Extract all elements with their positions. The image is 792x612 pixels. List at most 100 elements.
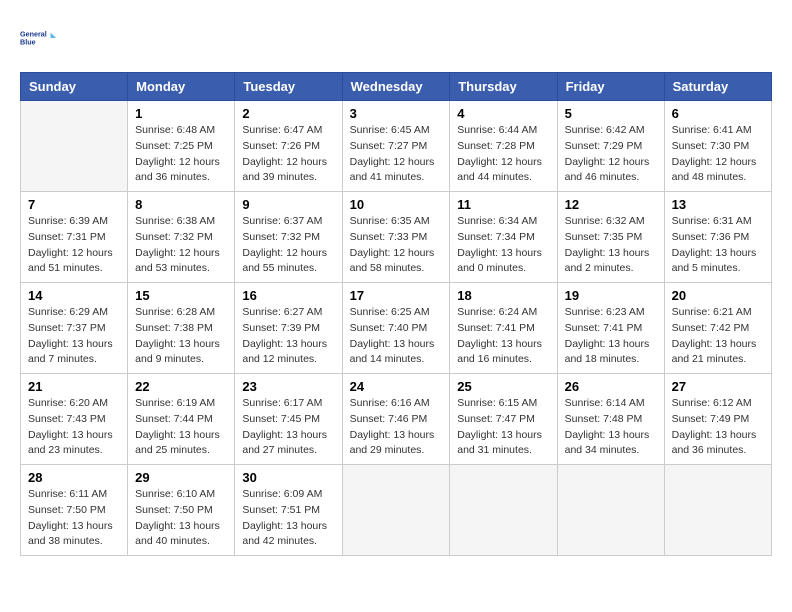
day-number: 16 — [242, 288, 334, 303]
day-info: Sunrise: 6:32 AM Sunset: 7:35 PM Dayligh… — [565, 214, 657, 277]
calendar-cell: 1Sunrise: 6:48 AM Sunset: 7:25 PM Daylig… — [128, 101, 235, 192]
calendar-cell: 6 Sunrise: 6:41 AM Sunset: 7:30 PM Daylig… — [664, 101, 771, 192]
weekday-header-saturday: Saturday — [664, 73, 771, 101]
day-info: Sunrise: 6:28 AM Sunset: 7:38 PM Dayligh… — [135, 305, 227, 368]
day-number: 1 — [135, 106, 227, 121]
day-info: Sunrise: 6:25 AM Sunset: 7:40 PM Dayligh… — [350, 305, 443, 368]
weekday-header-row: SundayMondayTuesdayWednesdayThursdayFrid… — [21, 73, 772, 101]
week-row-5: 28 Sunrise: 6:11 AM Sunset: 7:50 PM Dayli… — [21, 465, 772, 556]
day-number: 29 — [135, 470, 227, 485]
calendar-cell: 2 Sunrise: 6:47 AM Sunset: 7:26 PM Daylig… — [235, 101, 342, 192]
calendar-cell: 15 Sunrise: 6:28 AM Sunset: 7:38 PM Dayli… — [128, 283, 235, 374]
calendar-cell: 24 Sunrise: 6:16 AM Sunset: 7:46 PM Dayli… — [342, 374, 450, 465]
weekday-header-friday: Friday — [557, 73, 664, 101]
day-info: Sunrise: 6:16 AM Sunset: 7:46 PM Dayligh… — [350, 396, 443, 459]
week-row-1: 1Sunrise: 6:48 AM Sunset: 7:25 PM Daylig… — [21, 101, 772, 192]
calendar-cell: 12Sunrise: 6:32 AM Sunset: 7:35 PM Dayli… — [557, 192, 664, 283]
day-info: Sunrise: 6:19 AM Sunset: 7:44 PM Dayligh… — [135, 396, 227, 459]
day-info: Sunrise: 6:39 AM Sunset: 7:31 PM Dayligh… — [28, 214, 120, 277]
day-number: 10 — [350, 197, 443, 212]
day-info: Sunrise: 6:23 AM Sunset: 7:41 PM Dayligh… — [565, 305, 657, 368]
day-info: Sunrise: 6:34 AM Sunset: 7:34 PM Dayligh… — [457, 214, 549, 277]
day-number: 8 — [135, 197, 227, 212]
day-number: 7 — [28, 197, 120, 212]
day-info: Sunrise: 6:21 AM Sunset: 7:42 PM Dayligh… — [672, 305, 764, 368]
day-number: 9 — [242, 197, 334, 212]
calendar-cell: 8 Sunrise: 6:38 AM Sunset: 7:32 PM Daylig… — [128, 192, 235, 283]
day-number: 25 — [457, 379, 549, 394]
logo: GeneralBlue — [20, 20, 56, 56]
weekday-header-tuesday: Tuesday — [235, 73, 342, 101]
calendar-cell: 26 Sunrise: 6:14 AM Sunset: 7:48 PM Dayli… — [557, 374, 664, 465]
day-number: 17 — [350, 288, 443, 303]
day-info: Sunrise: 6:37 AM Sunset: 7:32 PM Dayligh… — [242, 214, 334, 277]
day-info: Sunrise: 6:11 AM Sunset: 7:50 PM Dayligh… — [28, 487, 120, 550]
calendar-cell: 3Sunrise: 6:45 AM Sunset: 7:27 PM Daylig… — [342, 101, 450, 192]
weekday-header-sunday: Sunday — [21, 73, 128, 101]
calendar-cell: 22 Sunrise: 6:19 AM Sunset: 7:44 PM Dayli… — [128, 374, 235, 465]
day-number: 21 — [28, 379, 120, 394]
calendar-cell: 10 Sunrise: 6:35 AM Sunset: 7:33 PM Dayli… — [342, 192, 450, 283]
day-number: 28 — [28, 470, 120, 485]
calendar-cell: 18Sunrise: 6:24 AM Sunset: 7:41 PM Dayli… — [450, 283, 557, 374]
day-info: Sunrise: 6:38 AM Sunset: 7:32 PM Dayligh… — [135, 214, 227, 277]
day-info: Sunrise: 6:35 AM Sunset: 7:33 PM Dayligh… — [350, 214, 443, 277]
calendar-cell: 25 Sunrise: 6:15 AM Sunset: 7:47 PM Dayli… — [450, 374, 557, 465]
weekday-header-thursday: Thursday — [450, 73, 557, 101]
svg-text:Blue: Blue — [20, 37, 36, 46]
day-info: Sunrise: 6:31 AM Sunset: 7:36 PM Dayligh… — [672, 214, 764, 277]
day-number: 5 — [565, 106, 657, 121]
day-number: 4 — [457, 106, 549, 121]
weekday-header-wednesday: Wednesday — [342, 73, 450, 101]
day-info: Sunrise: 6:12 AM Sunset: 7:49 PM Dayligh… — [672, 396, 764, 459]
day-info: Sunrise: 6:47 AM Sunset: 7:26 PM Dayligh… — [242, 123, 334, 186]
day-number: 15 — [135, 288, 227, 303]
day-info: Sunrise: 6:42 AM Sunset: 7:29 PM Dayligh… — [565, 123, 657, 186]
calendar-cell — [664, 465, 771, 556]
day-info: Sunrise: 6:20 AM Sunset: 7:43 PM Dayligh… — [28, 396, 120, 459]
day-info: Sunrise: 6:10 AM Sunset: 7:50 PM Dayligh… — [135, 487, 227, 550]
day-info: Sunrise: 6:45 AM Sunset: 7:27 PM Dayligh… — [350, 123, 443, 186]
calendar-cell: 28 Sunrise: 6:11 AM Sunset: 7:50 PM Dayli… — [21, 465, 128, 556]
week-row-2: 7 Sunrise: 6:39 AM Sunset: 7:31 PM Daylig… — [21, 192, 772, 283]
calendar-cell: 13 Sunrise: 6:31 AM Sunset: 7:36 PM Dayli… — [664, 192, 771, 283]
calendar-cell: 4 Sunrise: 6:44 AM Sunset: 7:28 PM Daylig… — [450, 101, 557, 192]
day-info: Sunrise: 6:41 AM Sunset: 7:30 PM Dayligh… — [672, 123, 764, 186]
calendar-cell: 16 Sunrise: 6:27 AM Sunset: 7:39 PM Dayli… — [235, 283, 342, 374]
day-number: 20 — [672, 288, 764, 303]
day-number: 23 — [242, 379, 334, 394]
calendar-cell — [557, 465, 664, 556]
day-number: 19 — [565, 288, 657, 303]
day-info: Sunrise: 6:27 AM Sunset: 7:39 PM Dayligh… — [242, 305, 334, 368]
day-info: Sunrise: 6:09 AM Sunset: 7:51 PM Dayligh… — [242, 487, 334, 550]
day-number: 13 — [672, 197, 764, 212]
day-number: 2 — [242, 106, 334, 121]
calendar-cell: 11 Sunrise: 6:34 AM Sunset: 7:34 PM Dayli… — [450, 192, 557, 283]
page-header: GeneralBlue — [20, 20, 772, 56]
day-number: 14 — [28, 288, 120, 303]
calendar-cell — [450, 465, 557, 556]
day-info: Sunrise: 6:44 AM Sunset: 7:28 PM Dayligh… — [457, 123, 549, 186]
calendar-cell — [342, 465, 450, 556]
day-info: Sunrise: 6:29 AM Sunset: 7:37 PM Dayligh… — [28, 305, 120, 368]
calendar-cell: 30 Sunrise: 6:09 AM Sunset: 7:51 PM Dayli… — [235, 465, 342, 556]
calendar-cell — [21, 101, 128, 192]
day-info: Sunrise: 6:17 AM Sunset: 7:45 PM Dayligh… — [242, 396, 334, 459]
day-number: 24 — [350, 379, 443, 394]
calendar-cell: 5 Sunrise: 6:42 AM Sunset: 7:29 PM Daylig… — [557, 101, 664, 192]
calendar-cell: 14 Sunrise: 6:29 AM Sunset: 7:37 PM Dayli… — [21, 283, 128, 374]
weekday-header-monday: Monday — [128, 73, 235, 101]
day-number: 22 — [135, 379, 227, 394]
day-number: 6 — [672, 106, 764, 121]
day-number: 11 — [457, 197, 549, 212]
calendar-cell: 27 Sunrise: 6:12 AM Sunset: 7:49 PM Dayli… — [664, 374, 771, 465]
day-info: Sunrise: 6:14 AM Sunset: 7:48 PM Dayligh… — [565, 396, 657, 459]
logo-icon: GeneralBlue — [20, 20, 56, 56]
day-number: 27 — [672, 379, 764, 394]
day-info: Sunrise: 6:15 AM Sunset: 7:47 PM Dayligh… — [457, 396, 549, 459]
calendar-cell: 29 Sunrise: 6:10 AM Sunset: 7:50 PM Dayli… — [128, 465, 235, 556]
day-number: 26 — [565, 379, 657, 394]
calendar-cell: 19 Sunrise: 6:23 AM Sunset: 7:41 PM Dayli… — [557, 283, 664, 374]
day-number: 30 — [242, 470, 334, 485]
week-row-4: 21 Sunrise: 6:20 AM Sunset: 7:43 PM Dayli… — [21, 374, 772, 465]
